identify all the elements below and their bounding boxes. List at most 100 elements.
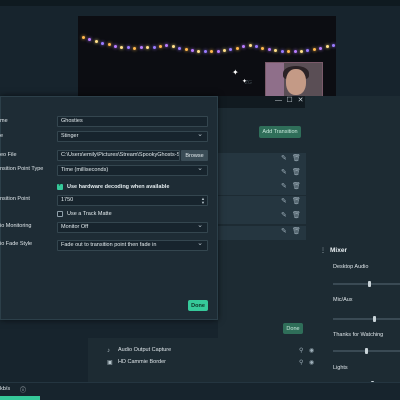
check-icon: ✓ — [58, 182, 63, 188]
audio-monitoring-label: io Monitoring — [0, 223, 32, 229]
light-bulb — [242, 45, 246, 49]
dialog-done-button[interactable]: Done — [188, 300, 208, 311]
transition-point-type-label: nsition Point Type — [0, 166, 44, 172]
light-bulb — [126, 46, 130, 50]
light-bulb — [248, 44, 252, 47]
light-bulb — [235, 46, 239, 50]
video-file-label: eo File — [0, 152, 17, 158]
grip-icon[interactable]: ⋮ — [320, 247, 326, 254]
edit-icon[interactable]: ✎ — [281, 169, 287, 176]
image-icon: ▣ — [107, 360, 113, 366]
sparkle-icon: ✦ — [232, 68, 239, 77]
minimize-icon[interactable]: — — [274, 96, 283, 106]
trash-icon[interactable]: 🗑 — [292, 183, 301, 190]
light-bulb — [133, 46, 137, 50]
add-transition-button[interactable]: Add Transition — [259, 126, 301, 138]
spin-down-icon[interactable]: ▼ — [201, 201, 205, 205]
audio-fade-style-label: io Fade Style — [0, 241, 33, 247]
source-item[interactable]: HD Cammie Border — [118, 359, 166, 365]
volume-slider[interactable] — [333, 318, 400, 320]
status-indicator — [0, 396, 40, 400]
name-input[interactable]: Ghosties — [57, 116, 208, 127]
light-bulb — [178, 46, 182, 50]
light-bulb — [88, 38, 92, 42]
trash-icon[interactable]: 🗑 — [292, 228, 301, 235]
hw-decoding-label: Use hardware decoding when available — [67, 184, 170, 190]
trash-icon[interactable]: 🗑 — [292, 212, 301, 219]
maximize-icon[interactable]: ☐ — [285, 96, 294, 106]
light-bulb — [120, 45, 124, 49]
light-bulb — [261, 46, 265, 50]
preview-text: ZG — [245, 80, 252, 86]
light-bulb — [171, 45, 175, 49]
track-matte-label: Use a Track Matte — [67, 211, 112, 217]
eye-icon[interactable]: ◉ — [309, 359, 314, 366]
light-bulb — [312, 47, 316, 51]
light-bulb — [216, 49, 220, 53]
transition-point-type-select[interactable]: Time (milliseconds) — [57, 165, 208, 176]
audio-fade-style-select[interactable]: Fade out to transition point then fade i… — [57, 240, 208, 251]
light-bulb — [107, 43, 111, 47]
trash-icon[interactable]: 🗑 — [292, 169, 301, 176]
light-bulb — [325, 45, 329, 49]
light-bulb — [267, 47, 271, 51]
lock-icon[interactable]: ⚲ — [299, 347, 303, 354]
light-bulb — [255, 45, 259, 49]
close-icon[interactable]: ✕ — [296, 96, 305, 106]
type-select[interactable]: Stinger — [57, 131, 208, 142]
transitions-done-button[interactable]: Done — [283, 323, 303, 334]
mixer-channel-label: Lights — [333, 365, 348, 371]
status-bar — [0, 382, 400, 400]
light-bulb — [158, 44, 162, 48]
info-icon[interactable]: ⓘ — [20, 385, 26, 394]
lock-icon[interactable]: ⚲ — [299, 359, 303, 366]
mixer-channel-label: Mic/Aux — [333, 297, 353, 303]
volume-knob[interactable] — [365, 348, 368, 354]
video-file-input[interactable]: C:\Users\emily\Pictures\Stream\SpookyGho… — [57, 150, 180, 161]
transition-point-input[interactable]: 1750 ▲ ▼ — [57, 195, 208, 206]
light-bulb — [293, 49, 297, 53]
edit-icon[interactable]: ✎ — [281, 228, 287, 235]
volume-knob[interactable] — [372, 316, 376, 322]
obs-window: ✦ ✦ ZG Add Transition ✎ 🗑 ✎ 🗑 ✎ 🗑 ✎ 🗑 ✎ … — [0, 0, 400, 400]
light-bulb — [101, 41, 105, 45]
source-item[interactable]: Audio Output Capture — [118, 347, 171, 353]
browse-button[interactable]: Browse — [181, 150, 208, 161]
light-bulb — [146, 46, 150, 50]
light-bulb — [332, 44, 335, 47]
light-bulb — [210, 49, 214, 53]
trash-icon[interactable]: 🗑 — [292, 198, 301, 205]
edit-icon[interactable]: ✎ — [281, 212, 287, 219]
light-bulb — [94, 40, 98, 44]
transition-point-label: nsition Point — [0, 196, 30, 202]
edit-icon[interactable]: ✎ — [281, 183, 287, 190]
edit-icon[interactable]: ✎ — [281, 198, 287, 205]
light-bulb — [280, 49, 284, 53]
top-bar — [0, 0, 400, 6]
light-bulb — [114, 44, 118, 48]
light-bulb — [306, 48, 310, 52]
audio-monitoring-select[interactable]: Monitor Off — [57, 222, 208, 233]
light-bulb — [197, 49, 201, 53]
light-bulb — [82, 36, 85, 39]
transition-point-value: 1750 — [61, 197, 74, 203]
edit-icon[interactable]: ✎ — [281, 155, 287, 162]
light-bulb — [165, 44, 169, 47]
volume-knob[interactable] — [368, 281, 372, 287]
light-bulb — [274, 48, 278, 52]
light-bulb — [299, 49, 303, 53]
volume-slider[interactable] — [333, 283, 400, 285]
trash-icon[interactable]: 🗑 — [292, 155, 301, 162]
light-bulb — [139, 46, 143, 50]
eye-icon[interactable]: ◉ — [309, 347, 314, 354]
light-bulb — [152, 45, 156, 49]
light-bulb — [184, 47, 188, 51]
track-matte-checkbox[interactable] — [57, 211, 63, 217]
light-bulb — [229, 47, 233, 51]
light-bulb — [203, 49, 207, 53]
mixer-channel-label: Thanks for Watching — [333, 332, 384, 338]
light-bulb — [190, 48, 194, 52]
light-bulb — [287, 49, 291, 53]
light-bulb — [319, 46, 323, 50]
mixer-channel-label: Desktop Audio — [333, 264, 369, 270]
